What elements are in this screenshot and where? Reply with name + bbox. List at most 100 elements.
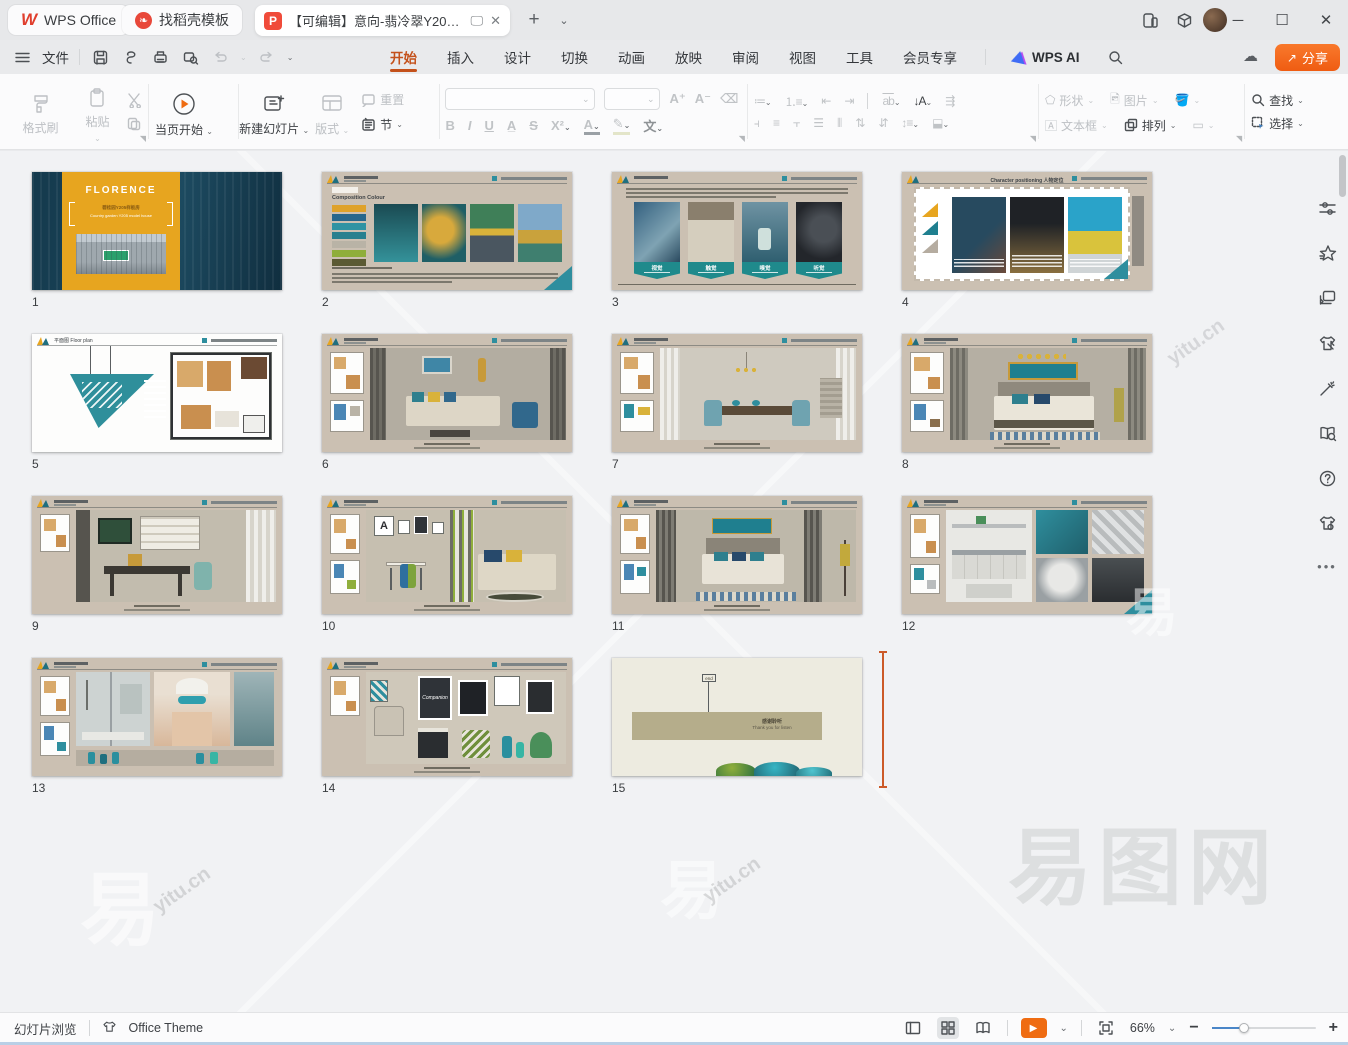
zoom-chevron-icon[interactable]: ⌄ <box>1168 1023 1176 1034</box>
play-options-chevron-icon[interactable]: ⌄ <box>1060 1023 1068 1034</box>
slide-cell-3: 视觉 触觉 嗅觉 听觉 3 <box>612 172 862 309</box>
object-properties-icon[interactable] <box>1318 199 1337 223</box>
file-menu[interactable]: 文件 <box>42 47 69 67</box>
slide-grid: FLORENCE 碧桂园Y205样板房 Country garden Y205 … <box>32 172 1152 795</box>
document-tab[interactable]: P 【可编辑】意向-翡冷翠Y205户 🖵 ✕ <box>255 5 510 36</box>
print-preview-icon[interactable] <box>180 47 200 67</box>
normal-view-button[interactable] <box>902 1017 924 1039</box>
slide-thumbnail-11[interactable] <box>612 496 862 614</box>
menu-items: 开始 插入 设计 切换 动画 放映 审阅 视图 工具 会员专享 WPS AI <box>388 40 1126 74</box>
distribute-icon: ⦀ <box>837 116 841 131</box>
more-options-icon[interactable]: ••• <box>1317 559 1337 574</box>
slide-cell-14: Companion 14 <box>322 658 572 795</box>
slide-thumbnail-1[interactable]: FLORENCE 碧桂园Y205样板房 Country garden Y205 … <box>32 172 282 290</box>
slide-thumbnail-10[interactable]: A <box>322 496 572 614</box>
design-style-icon[interactable] <box>1318 334 1337 358</box>
floor-plan-mini <box>330 514 360 554</box>
help-icon[interactable] <box>1318 469 1337 493</box>
arrange-button[interactable]: 排列⌄ <box>1124 117 1177 134</box>
home-tab[interactable]: W WPS Office <box>8 5 129 35</box>
maximize-button[interactable]: ☐ <box>1260 0 1304 40</box>
slide-thumbnail-12[interactable] <box>902 496 1152 614</box>
zoom-level-label[interactable]: 66% <box>1130 1021 1155 1035</box>
slide-thumbnail-7[interactable] <box>612 334 862 452</box>
slide-transition-icon[interactable] <box>1318 289 1337 313</box>
cloud-status-icon[interactable]: ☁⋯ <box>1243 47 1266 65</box>
fit-to-window-icon[interactable] <box>1095 1017 1117 1039</box>
find-in-document-icon[interactable] <box>1318 424 1337 448</box>
minimize-button[interactable]: ─ <box>1216 0 1260 40</box>
tab-review[interactable]: 审阅 <box>730 41 761 73</box>
material-board <box>910 400 944 432</box>
sense-banner: 听觉 <box>796 262 842 279</box>
export-pdf-icon[interactable] <box>120 47 140 67</box>
tab-wps-ai[interactable]: WPS AI <box>1012 50 1080 65</box>
text-direction-icon: ↓A⌄ <box>914 94 932 108</box>
slide2-title: Composition Colour <box>332 195 385 201</box>
zoom-out-button[interactable]: − <box>1189 1019 1198 1037</box>
slide-number: 1 <box>32 295 282 309</box>
char-shading-icon: A̲ <box>507 118 516 133</box>
play-from-current-button[interactable]: 当页开始 ⌄ <box>155 85 213 138</box>
skin-theme-icon[interactable] <box>1318 514 1337 538</box>
font-size-combobox: ⌄ <box>604 88 660 110</box>
play-slideshow-button[interactable]: ▶ <box>1021 1018 1047 1038</box>
close-button[interactable]: ✕ <box>1304 0 1348 40</box>
drawing-dialog-launcher[interactable]: ◥ <box>1236 134 1242 143</box>
tab-slideshow[interactable]: 放映 <box>673 41 704 73</box>
vertical-scrollbar[interactable] <box>1339 155 1346 197</box>
shapes-button: ⬠ 形状⌄ <box>1045 92 1094 109</box>
hamburger-menu-icon[interactable] <box>12 47 32 67</box>
slide-thumbnail-3[interactable]: 视觉 触觉 嗅觉 听觉 <box>612 172 862 290</box>
slide-thumbnail-9[interactable] <box>32 496 282 614</box>
slide-thumbnail-8[interactable] <box>902 334 1152 452</box>
apps-cube-icon[interactable] <box>1172 8 1196 32</box>
slide-number: 2 <box>322 295 572 309</box>
slide-sorter-view-button[interactable] <box>937 1017 959 1039</box>
slide-thumbnail-2[interactable]: Composition Colour <box>322 172 572 290</box>
slide-thumbnail-15[interactable]: end 感谢聆听 Thank you for listen <box>612 658 862 776</box>
tab-design[interactable]: 设计 <box>502 41 533 73</box>
clipboard-dialog-launcher[interactable]: ◥ <box>140 134 146 143</box>
magic-wand-icon[interactable] <box>1318 379 1337 403</box>
tab-home[interactable]: 开始 <box>388 41 419 73</box>
find-button[interactable]: 查找⌄ <box>1251 92 1304 109</box>
slide-thumbnail-6[interactable] <box>322 334 572 452</box>
tab-animation[interactable]: 动画 <box>616 41 647 73</box>
device-sync-icon[interactable] <box>1138 8 1162 32</box>
slide-sorter-canvas[interactable]: FLORENCE 碧桂园Y205样板房 Country garden Y205 … <box>0 151 1348 1012</box>
paragraph-dialog-launcher[interactable]: ◥ <box>1030 134 1036 143</box>
font-dialog-launcher[interactable]: ◥ <box>739 134 745 143</box>
photo-block <box>796 202 842 262</box>
search-icon[interactable] <box>1106 47 1126 67</box>
slide-thumbnail-5[interactable]: 平面图 Floor plan <box>32 334 282 452</box>
tab-view[interactable]: 视图 <box>787 41 818 73</box>
quickbar-chevron-icon[interactable]: ⌄ <box>287 53 294 62</box>
slide-thumbnail-4[interactable]: Character positioning 人物定位 <box>902 172 1152 290</box>
tab-tools[interactable]: 工具 <box>844 41 875 73</box>
slide-number: 7 <box>612 457 862 471</box>
select-button[interactable]: 选择⌄ <box>1251 115 1304 132</box>
close-tab-icon[interactable]: ✕ <box>490 13 501 29</box>
section-button[interactable]: 节 ⌄ <box>361 116 403 133</box>
tab-list-chevron-icon[interactable]: ⌄ <box>552 8 576 32</box>
tab-transition[interactable]: 切换 <box>559 41 590 73</box>
effects-star-icon[interactable] <box>1318 244 1337 268</box>
zoom-slider[interactable] <box>1212 1027 1316 1029</box>
share-button[interactable]: ↗ 分享 <box>1275 44 1340 71</box>
zoom-in-button[interactable]: + <box>1329 1019 1338 1037</box>
save-icon[interactable] <box>90 47 110 67</box>
ribbon-toolbar: 格式刷 粘贴⌄ ◥ 当页开始 ⌄ 新建幻灯片 ⌄ 版式 ⌄ <box>0 74 1348 150</box>
reading-view-button[interactable] <box>972 1017 994 1039</box>
slide-thumbnail-14[interactable]: Companion <box>322 658 572 776</box>
statusbar: 幻灯片浏览 Office Theme ▶ ⌄ 66% ⌄ − + <box>0 1012 1348 1045</box>
docer-tab[interactable]: ❧ 找稻壳模板 <box>122 5 242 35</box>
tab-member[interactable]: 会员专享 <box>901 41 959 73</box>
tab-insert[interactable]: 插入 <box>445 41 476 73</box>
slide-thumbnail-13[interactable] <box>32 658 282 776</box>
print-icon[interactable] <box>150 47 170 67</box>
zoom-slider-thumb[interactable] <box>1239 1023 1249 1033</box>
room-photo <box>76 510 276 602</box>
new-tab-button[interactable]: + <box>522 8 546 32</box>
new-slide-button[interactable]: 新建幻灯片 ⌄ <box>245 86 303 137</box>
